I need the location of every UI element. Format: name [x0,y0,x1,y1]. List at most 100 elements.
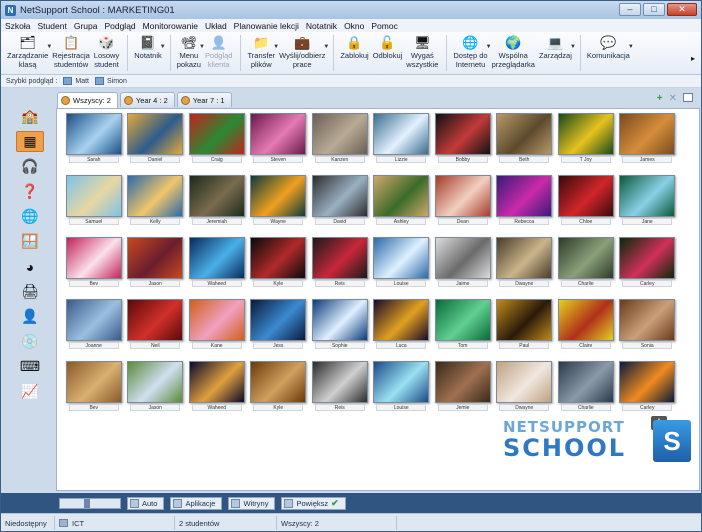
student-thumbnail[interactable]: Dwayne [494,237,556,299]
printer-icon[interactable]: 🖨 [16,281,44,302]
screen-preview[interactable] [619,361,676,403]
lock-button[interactable]: 🔒 Zablokuj [340,32,368,61]
student-thumbnail[interactable]: Louise [371,237,433,299]
screen-preview[interactable] [619,237,676,279]
screen-preview[interactable] [373,237,430,279]
thumbnail-size-slider[interactable] [59,497,121,509]
close-button[interactable]: ✕ [667,3,697,16]
screen-preview[interactable] [311,361,368,403]
student-thumbnail[interactable]: Jemie [432,361,494,423]
screen-preview[interactable] [250,237,307,279]
add-group-icon[interactable]: + [657,93,663,104]
menu-item[interactable]: Student [38,21,67,31]
student-thumbnail[interactable]: Jason [125,237,187,299]
unlock-button[interactable]: 🔓 Odblokuj [373,32,403,61]
file-transfer-button[interactable]: 📁 Transfer plików ▼ [247,32,279,69]
student-thumbnail[interactable]: Waheed [186,361,248,423]
menu-item[interactable]: Planowanie lekcji [234,21,299,31]
notebook-button[interactable]: 📓 Notatnik ▼ [134,32,166,61]
tab-all[interactable]: Wszyscy: 2 [57,92,118,108]
screen-preview[interactable] [188,237,245,279]
restore-panel-icon[interactable] [683,93,693,102]
screen-preview[interactable] [65,361,122,403]
screen-preview[interactable] [250,299,307,341]
toolbar-overflow-icon[interactable]: ▸ [691,54,695,63]
screen-preview[interactable] [127,299,184,341]
student-thumbnail[interactable]: Craig [186,113,248,175]
screen-preview[interactable] [127,113,184,155]
screen-preview[interactable] [373,113,430,155]
screen-preview[interactable] [311,175,368,217]
auto-fit-button[interactable]: Auto [127,496,165,510]
minimize-button[interactable]: – [619,3,641,16]
student-thumbnail[interactable]: Kelly [125,175,187,237]
screen-preview[interactable] [557,113,614,155]
quick-view-item[interactable]: Simon [95,77,127,85]
screen-preview[interactable] [311,299,368,341]
student-thumbnail[interactable]: Reis [309,237,371,299]
screen-preview[interactable] [311,113,368,155]
student-thumbnail[interactable]: Kanzen [309,113,371,175]
cd-icon[interactable]: 💿 [16,331,44,352]
screen-preview[interactable] [188,113,245,155]
headphones-icon[interactable]: 🎧 [16,156,44,177]
screen-preview[interactable] [496,113,553,155]
screen-preview[interactable] [250,361,307,403]
chat-button[interactable]: 💬 Komunikacja ▼ [587,32,634,61]
applications-button[interactable]: Aplikacje [170,496,223,510]
screen-preview[interactable] [434,113,491,155]
student-thumbnail[interactable]: Rebecca [494,175,556,237]
thumbnail-view-icon[interactable]: ▦ [16,131,44,153]
briefcase-button[interactable]: 💼 Wyślij/odbierz prace ▼ [279,32,329,69]
tab-year-4[interactable]: Year 4 : 2 [119,92,175,107]
screen-preview[interactable] [557,237,614,279]
slider-knob[interactable] [84,498,90,508]
screen-preview[interactable] [250,175,307,217]
student-thumbnail[interactable]: Paul [494,299,556,361]
dropdown-arrow-icon[interactable]: ▼ [628,44,634,50]
menu-item[interactable]: Podgląd [104,21,135,31]
websites-button[interactable]: Witryny [228,496,276,510]
screen-preview[interactable] [127,175,184,217]
student-thumbnail[interactable]: Reis [309,361,371,423]
screen-preview[interactable] [496,237,553,279]
applications-icon[interactable]: 🪟 [16,231,44,252]
show-button[interactable]: 📽 Menu pokazu ▼ [177,32,205,69]
title-bar[interactable]: N NetSupport School : MARKETING01 – □ ✕ [1,1,701,19]
screen-preview[interactable] [127,361,184,403]
student-thumbnail[interactable]: Lizzie [371,113,433,175]
menu-item[interactable]: Notatnik [306,21,337,31]
screen-preview[interactable] [619,113,676,155]
screen-preview[interactable] [188,299,245,341]
student-thumbnail[interactable]: Joanne [63,299,125,361]
screen-preview[interactable] [434,299,491,341]
screen-preview[interactable] [188,175,245,217]
screen-preview[interactable] [434,361,491,403]
keyboard-icon[interactable]: ⌨ [16,356,44,377]
student-thumbnail[interactable]: Ashley [371,175,433,237]
student-thumbnail[interactable]: Jane [617,175,679,237]
student-thumbnail[interactable]: Sarah [63,113,125,175]
classroom-icon[interactable]: 🏫 [16,106,44,127]
student-thumbnail[interactable]: Daniel [125,113,187,175]
student-thumbnail[interactable]: Bobby [432,113,494,175]
globe-button[interactable]: 🌍 Wspólna przeglądarka [492,32,535,69]
menu-item[interactable]: Grupa [74,21,98,31]
student-thumbnail[interactable]: David [309,175,371,237]
student-thumbnail[interactable]: T Joy [555,113,617,175]
student-thumbnail[interactable]: Carley [617,237,679,299]
screen-preview[interactable] [496,361,553,403]
student-thumbnail[interactable]: Jaime [432,237,494,299]
tab-year-7[interactable]: Year 7 : 1 [176,92,232,107]
screen-preview[interactable] [496,175,553,217]
menu-item[interactable]: Pomoc [371,21,397,31]
pie-chart-icon[interactable]: ◕ [16,256,44,277]
screen-preview[interactable] [188,361,245,403]
screen-preview[interactable] [65,113,122,155]
maximize-button[interactable]: □ [643,3,665,16]
student-thumbnail[interactable]: Claire [555,299,617,361]
student-thumbnail[interactable]: Beth [494,113,556,175]
question-icon[interactable]: ❓ [16,181,44,202]
screen-preview[interactable] [619,299,676,341]
student-thumbnail[interactable]: Sonia [617,299,679,361]
